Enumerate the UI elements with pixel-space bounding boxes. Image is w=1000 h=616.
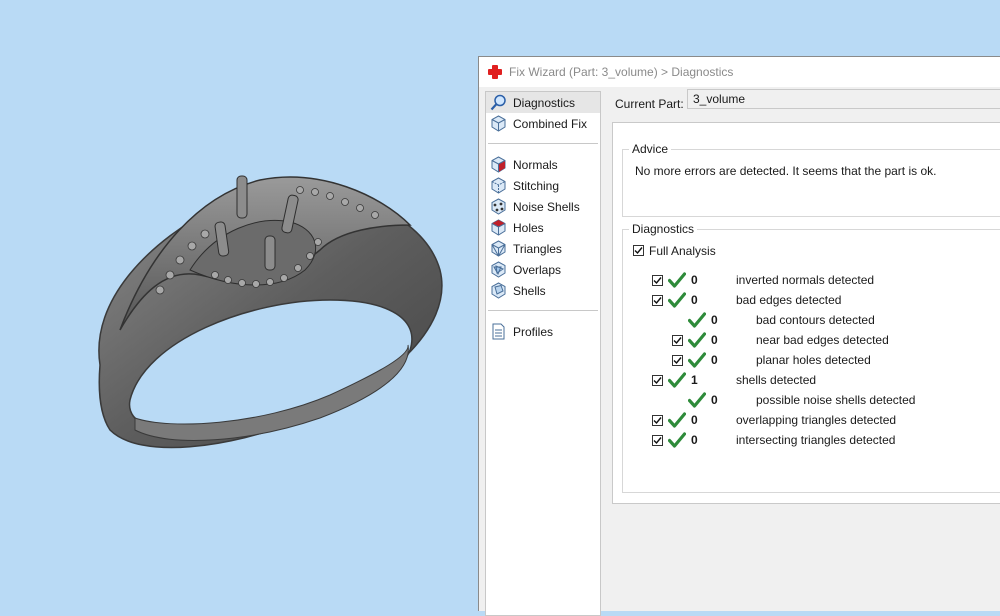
diagnostic-count: 0 bbox=[691, 273, 698, 287]
normals-cube-icon bbox=[491, 156, 506, 173]
nav-item-overlaps[interactable]: Overlaps bbox=[486, 259, 600, 280]
title-bar[interactable]: Fix Wizard (Part: 3_volume) > Diagnostic… bbox=[479, 57, 1000, 87]
diagnostic-label: bad contours detected bbox=[756, 313, 875, 327]
nav-item-holes[interactable]: Holes bbox=[486, 217, 600, 238]
nav-label: Noise Shells bbox=[513, 199, 580, 214]
diagnostic-label: planar holes detected bbox=[756, 353, 871, 367]
checkmark-icon bbox=[653, 277, 662, 285]
nav-label: Profiles bbox=[513, 324, 554, 339]
ok-check-icon bbox=[688, 392, 706, 408]
stitching-cube-icon bbox=[491, 177, 506, 194]
diagnostic-count: 0 bbox=[711, 353, 718, 367]
noise-shells-icon bbox=[491, 198, 506, 215]
diagnostic-label: inverted normals detected bbox=[736, 273, 875, 287]
ok-check-icon bbox=[668, 292, 686, 308]
checkmark-icon bbox=[673, 357, 682, 365]
diagnostic-count: 1 bbox=[691, 373, 698, 387]
profiles-document-icon bbox=[492, 323, 505, 340]
diagnostic-checkbox[interactable] bbox=[652, 295, 663, 306]
ok-check-icon bbox=[668, 432, 686, 448]
diagnostic-count: 0 bbox=[691, 413, 698, 427]
diagnostic-label: near bad edges detected bbox=[756, 333, 889, 347]
diagnostic-checkbox[interactable] bbox=[672, 335, 683, 346]
wizard-nav: Diagnostics Combined Fix Normals Stitchi… bbox=[485, 91, 601, 616]
nav-label: Triangles bbox=[513, 241, 562, 256]
checkmark-icon bbox=[653, 417, 662, 425]
diagnostics-group: Diagnostics Full Analysis 0 inverted norm… bbox=[622, 222, 1000, 493]
diagnostics-panel: Advice No more errors are detected. It s… bbox=[612, 122, 1000, 504]
ok-check-icon bbox=[668, 412, 686, 428]
checkmark-icon bbox=[673, 337, 682, 345]
current-part-field[interactable]: 3_volume bbox=[687, 89, 1000, 109]
diagnostic-checkbox[interactable] bbox=[672, 355, 683, 366]
diagnostic-count: 0 bbox=[711, 393, 718, 407]
diagnostic-checkbox[interactable] bbox=[652, 375, 663, 386]
nav-item-combined-fix[interactable]: Combined Fix bbox=[486, 113, 600, 134]
ok-check-icon bbox=[668, 272, 686, 288]
diagnostic-label: shells detected bbox=[736, 373, 817, 387]
full-analysis-label: Full Analysis bbox=[649, 244, 716, 258]
checkmark-icon bbox=[653, 377, 662, 385]
overlaps-cube-icon bbox=[491, 261, 506, 278]
ok-check-icon bbox=[688, 352, 706, 368]
diagnostic-checkbox[interactable] bbox=[652, 275, 663, 286]
nav-label: Holes bbox=[513, 220, 544, 235]
nav-label: Normals bbox=[513, 157, 558, 172]
ok-check-icon bbox=[688, 312, 706, 328]
window-title: Fix Wizard (Part: 3_volume) > Diagnostic… bbox=[509, 65, 734, 79]
nav-label: Diagnostics bbox=[513, 95, 576, 110]
advice-legend: Advice bbox=[629, 142, 672, 156]
cube-icon bbox=[491, 115, 506, 132]
checkmark-icon bbox=[653, 297, 662, 305]
diagnostic-count: 0 bbox=[691, 433, 698, 447]
diagnostic-count: 0 bbox=[691, 293, 698, 307]
diagnostic-label: bad edges detected bbox=[736, 293, 842, 307]
diagnostic-count: 0 bbox=[711, 313, 718, 327]
holes-cube-icon bbox=[491, 219, 506, 236]
nav-label: Stitching bbox=[513, 178, 560, 193]
nav-item-normals[interactable]: Normals bbox=[486, 154, 600, 175]
current-part-label: Current Part: bbox=[615, 97, 684, 111]
app-cross-icon bbox=[487, 64, 503, 80]
shells-cube-icon bbox=[491, 282, 506, 299]
nav-item-triangles[interactable]: Triangles bbox=[486, 238, 600, 259]
nav-label: Combined Fix bbox=[513, 116, 588, 131]
diagnostic-checkbox[interactable] bbox=[652, 435, 663, 446]
diagnostic-label: intersecting triangles detected bbox=[736, 433, 896, 447]
wizard-content: Current Part: 3_volume Advice No more er… bbox=[607, 87, 1000, 611]
nav-divider bbox=[488, 143, 598, 144]
nav-label: Shells bbox=[513, 283, 546, 298]
advice-group: Advice No more errors are detected. It s… bbox=[622, 142, 1000, 217]
ok-check-icon bbox=[688, 332, 706, 348]
ok-check-icon bbox=[668, 372, 686, 388]
diagnostic-label: possible noise shells detected bbox=[756, 393, 916, 407]
fix-wizard-dialog: Fix Wizard (Part: 3_volume) > Diagnostic… bbox=[478, 56, 1000, 616]
nav-item-diagnostics[interactable]: Diagnostics bbox=[486, 92, 600, 113]
current-part-row: Current Part: bbox=[615, 91, 690, 117]
diagnostic-checkbox[interactable] bbox=[652, 415, 663, 426]
3d-viewport[interactable] bbox=[0, 0, 478, 611]
advice-text: No more errors are detected. It seems th… bbox=[635, 164, 937, 178]
magnifier-icon bbox=[490, 94, 506, 111]
full-analysis-checkbox[interactable] bbox=[633, 245, 644, 256]
nav-item-noise-shells[interactable]: Noise Shells bbox=[486, 196, 600, 217]
nav-divider bbox=[488, 310, 598, 311]
diagnostics-legend: Diagnostics bbox=[629, 222, 698, 236]
nav-item-stitching[interactable]: Stitching bbox=[486, 175, 600, 196]
checkmark-icon bbox=[653, 437, 662, 445]
nav-label: Overlaps bbox=[513, 262, 562, 277]
nav-item-shells[interactable]: Shells bbox=[486, 280, 600, 301]
diagnostic-label: overlapping triangles detected bbox=[736, 413, 897, 427]
triangles-cube-icon bbox=[491, 240, 506, 257]
nav-item-profiles[interactable]: Profiles bbox=[486, 321, 600, 342]
diagnostic-count: 0 bbox=[711, 333, 718, 347]
checkmark-icon bbox=[634, 247, 643, 255]
ring-model[interactable] bbox=[0, 0, 478, 611]
